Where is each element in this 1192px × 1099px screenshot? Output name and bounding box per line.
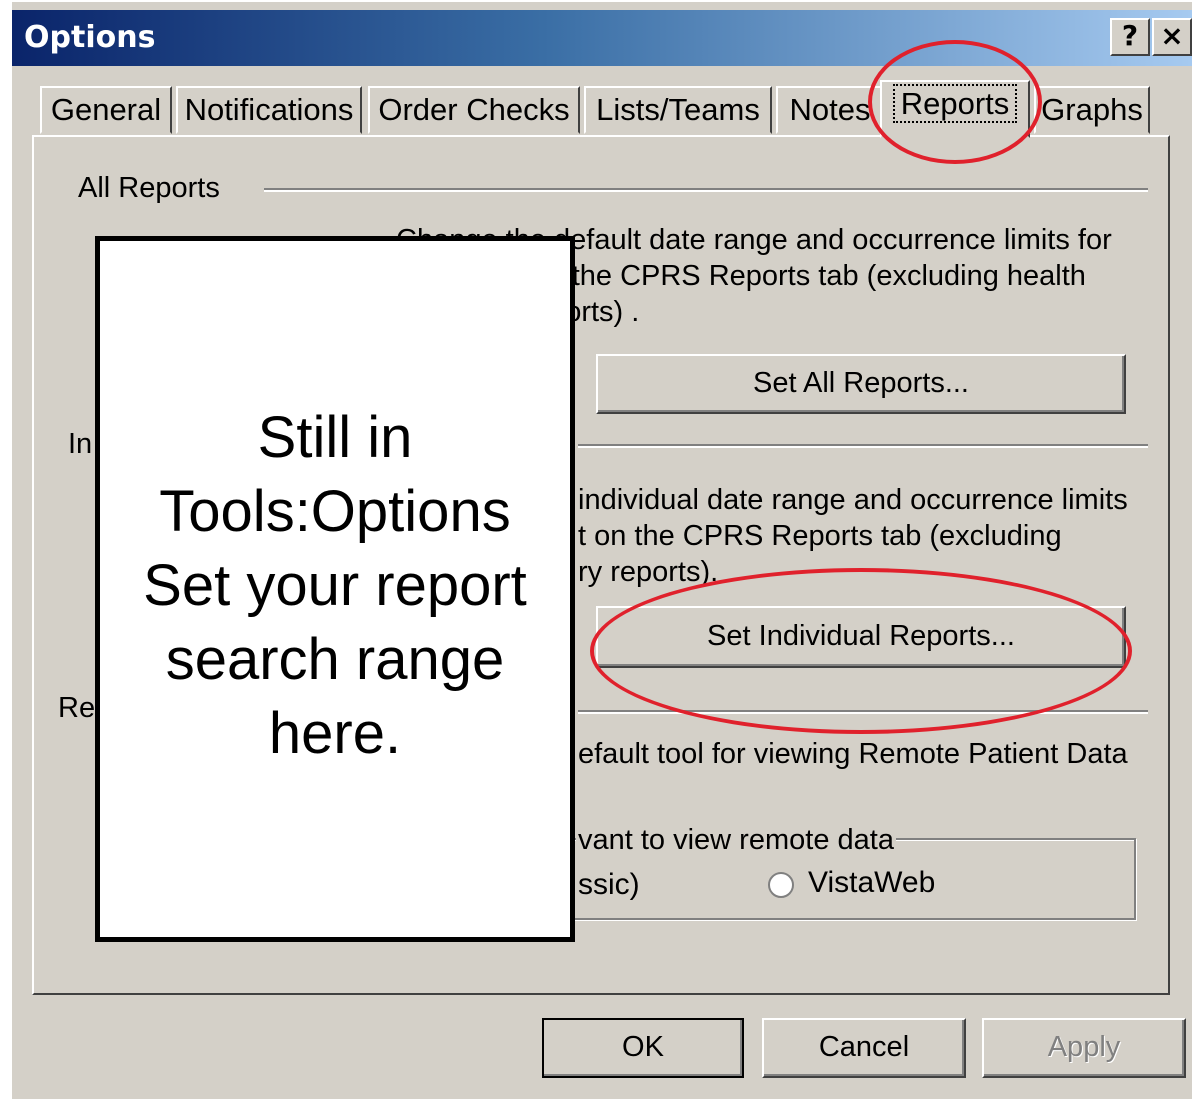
callout-line: Still in (257, 405, 413, 470)
individual-reports-desc-line: individual date range and occurrence lim… (578, 484, 1128, 516)
callout-line: search range (165, 627, 505, 692)
tab-graphs[interactable]: Graphs (1034, 86, 1150, 134)
tab-notifications[interactable]: Notifications (176, 86, 362, 134)
close-button[interactable]: × (1152, 18, 1192, 56)
radio-classic-label: ssic) (578, 868, 640, 901)
callout-box: Still in Tools:Options Set your report s… (95, 236, 575, 942)
individual-reports-group-label: In (68, 428, 93, 460)
callout-line: here. (268, 701, 402, 766)
set-individual-reports-highlight (590, 568, 1132, 734)
tab-general[interactable]: General (40, 86, 172, 134)
remote-view-legend: vant to view remote data (576, 824, 896, 857)
reports-tab-highlight (868, 40, 1042, 164)
all-reports-divider (264, 188, 1148, 192)
individual-reports-divider (578, 444, 1148, 448)
remote-data-description: efault tool for viewing Remote Patient D… (578, 738, 1128, 770)
apply-button[interactable]: Apply (982, 1018, 1186, 1078)
callout-line: Set your report (143, 553, 527, 618)
tab-lists-teams[interactable]: Lists/Teams (584, 86, 772, 134)
all-reports-group-label: All Reports (78, 172, 220, 204)
help-button[interactable]: ? (1110, 18, 1150, 56)
window-title: Options (24, 20, 156, 55)
individual-reports-desc-line: t on the CPRS Reports tab (excluding (578, 520, 1062, 552)
tab-order-checks[interactable]: Order Checks (368, 86, 580, 134)
remote-data-group-label: Re (58, 692, 96, 724)
set-all-reports-button[interactable]: Set All Reports... (596, 354, 1126, 414)
ok-button[interactable]: OK (542, 1018, 744, 1078)
callout-line: Tools:Options (159, 479, 511, 544)
radio-vistaweb[interactable] (768, 872, 794, 898)
cancel-button[interactable]: Cancel (762, 1018, 966, 1078)
radio-vistaweb-label: VistaWeb (808, 866, 936, 899)
